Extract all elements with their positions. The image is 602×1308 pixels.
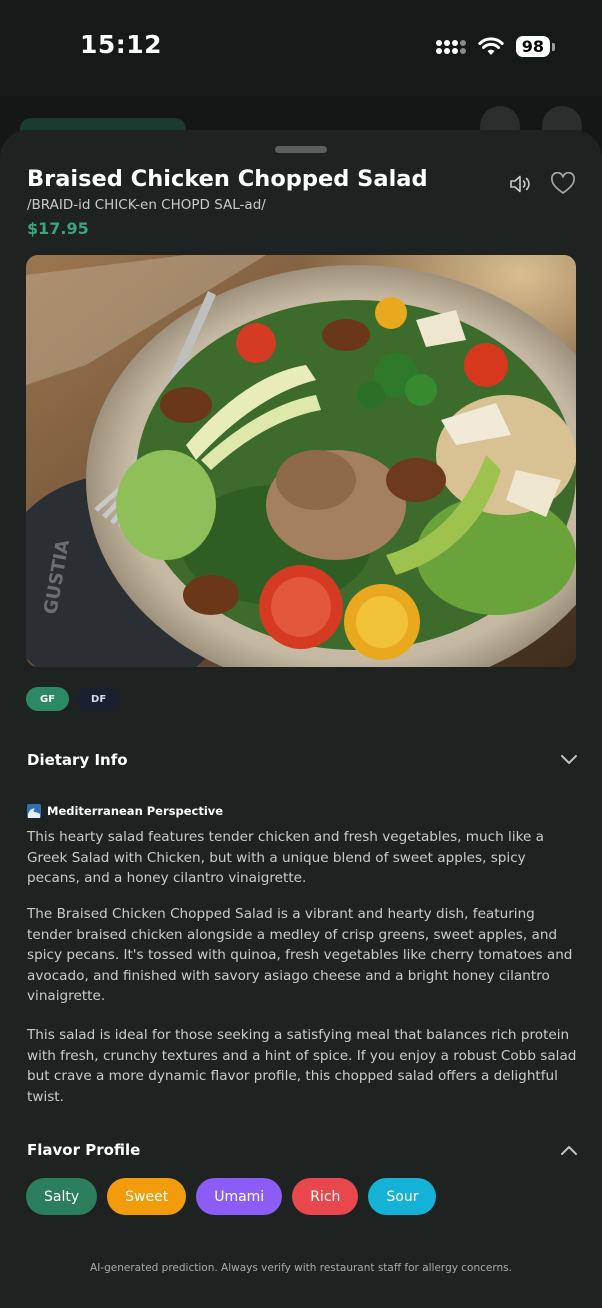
- flavor-chip-sweet[interactable]: Sweet: [107, 1178, 187, 1215]
- wave-icon: [27, 804, 41, 818]
- tag-gluten-free[interactable]: GF: [26, 687, 70, 711]
- salad-illustration: GUSTIA: [26, 255, 576, 667]
- status-icons: 98: [435, 36, 556, 57]
- favorite-button[interactable]: [548, 169, 578, 199]
- flavor-chip-salty[interactable]: Salty: [26, 1178, 98, 1215]
- flavor-chip-umami[interactable]: Umami: [196, 1178, 283, 1215]
- battery-indicator: 98: [515, 36, 556, 57]
- dish-photo: GUSTIA: [26, 255, 576, 667]
- flavor-chip-sour[interactable]: Sour: [368, 1178, 437, 1215]
- flavor-chips: Salty Sweet Umami Rich Sour: [26, 1178, 437, 1215]
- flavor-profile-heading: Flavor Profile: [27, 1141, 141, 1159]
- perspective-title: Mediterranean Perspective: [47, 804, 224, 818]
- dish-description: The Braised Chicken Chopped Salad is a v…: [27, 906, 573, 1004]
- chevron-down-icon: [561, 755, 577, 764]
- dietary-info-heading: Dietary Info: [27, 751, 128, 769]
- ai-disclaimer: AI-generated prediction. Always verify w…: [90, 1262, 512, 1274]
- dish-pronunciation: /BRAID-id CHICK-en CHOPD SAL-ad/: [27, 197, 266, 213]
- pronunciation-audio-button[interactable]: [505, 169, 535, 199]
- status-bar: 15:12 98: [0, 0, 602, 96]
- dish-title: Braised Chicken Chopped Salad: [27, 166, 428, 192]
- dietary-info-toggle[interactable]: Dietary Info: [27, 745, 579, 775]
- chevron-up-icon: [561, 1146, 577, 1155]
- status-time: 15:12: [80, 30, 163, 59]
- perspective-text: This hearty salad features tender chicke…: [27, 829, 545, 886]
- perspective-heading: Mediterranean Perspective: [27, 804, 223, 818]
- speaker-icon: [510, 175, 530, 193]
- dish-detail-sheet: Braised Chicken Chopped Salad /BRAID-id …: [0, 130, 602, 1308]
- wifi-icon: [478, 36, 504, 55]
- dish-recommendation: This salad is ideal for those seeking a …: [27, 1027, 577, 1105]
- sheet-drag-handle[interactable]: [275, 146, 327, 153]
- heart-icon: [551, 172, 575, 194]
- dietary-tags: GF DF: [26, 687, 121, 711]
- flavor-profile-toggle[interactable]: Flavor Profile: [27, 1135, 579, 1165]
- cellular-signal-icon: [435, 39, 466, 54]
- tag-dairy-free[interactable]: DF: [77, 687, 121, 711]
- flavor-chip-rich[interactable]: Rich: [292, 1178, 359, 1215]
- dish-price: $17.95: [27, 219, 89, 238]
